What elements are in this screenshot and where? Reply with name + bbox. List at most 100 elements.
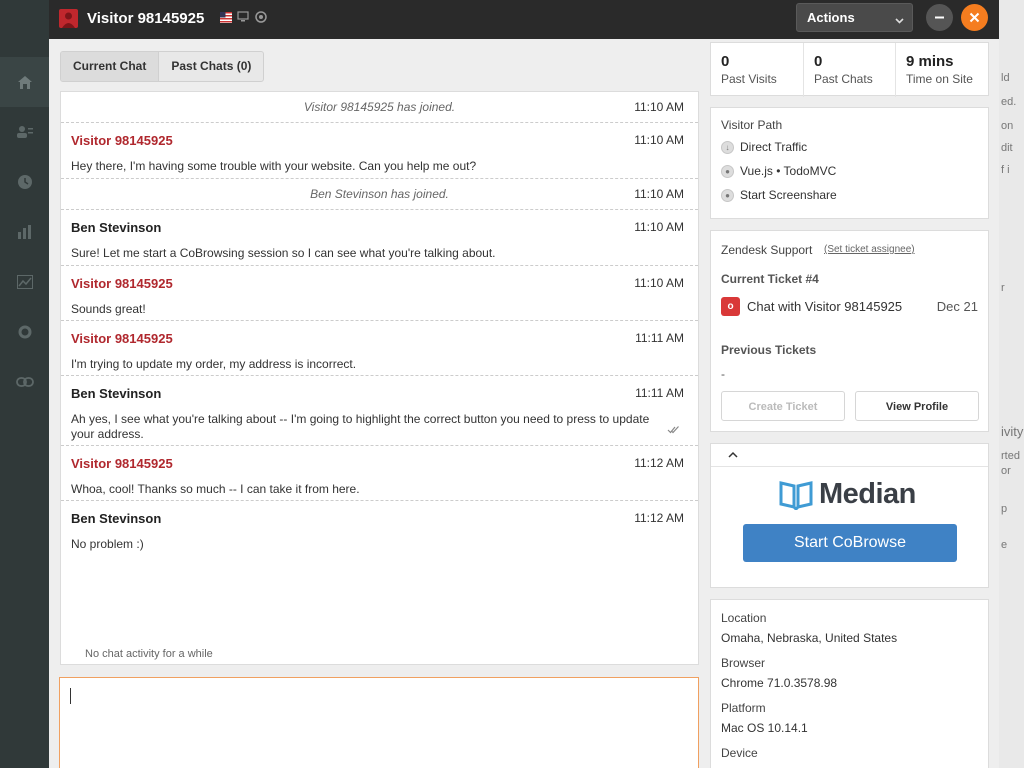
analytics-icon[interactable] (0, 207, 49, 257)
browser-value: Chrome 71.0.3578.98 (721, 676, 838, 690)
chat-message: Visitor 98145925 11:11 AM I'm trying to … (61, 321, 698, 376)
bg-fragment: ld (1001, 72, 1010, 84)
message-text: No problem :) (71, 537, 144, 551)
integrations-icon[interactable] (0, 357, 49, 407)
chat-message: Visitor 98145925 11:12 AM Whoa, cool! Th… (61, 446, 698, 501)
stat-value: 9 mins (906, 53, 954, 70)
actions-dropdown[interactable]: Actions (796, 3, 913, 32)
stat-time-on-site: 9 mins Time on Site (896, 43, 988, 97)
stat-past-chats: 0 Past Chats (804, 43, 896, 97)
zendesk-title: Zendesk Support (721, 243, 813, 257)
message-time: 11:11 AM (635, 331, 684, 345)
bg-fragment: ed. (1001, 96, 1017, 108)
message-author: Visitor 98145925 (71, 133, 173, 148)
browser-label: Browser (721, 656, 766, 670)
message-text: Hey there, I'm having some trouble with … (71, 159, 477, 173)
home-icon[interactable] (0, 57, 49, 107)
visitors-icon[interactable] (0, 107, 49, 157)
collapse-toggle[interactable] (711, 444, 988, 467)
page-dot-icon: ● (721, 188, 734, 202)
platform-value: Mac OS 10.14.1 (721, 721, 808, 735)
message-author: Visitor 98145925 (71, 456, 173, 471)
stat-label: Past Chats (814, 72, 873, 86)
view-profile-button[interactable]: View Profile (855, 391, 979, 421)
chevron-up-icon (728, 451, 738, 458)
history-icon[interactable] (0, 157, 49, 207)
tab-past-chats[interactable]: Past Chats (0) (159, 52, 263, 81)
message-author: Ben Stevinson (71, 511, 162, 526)
bg-fragment: ivity (1001, 424, 1024, 439)
previous-tickets-label: Previous Tickets (721, 343, 817, 357)
message-text: Whoa, cool! Thanks so much -- I can take… (71, 482, 360, 496)
message-time: 11:11 AM (635, 386, 684, 400)
start-cobrowse-button[interactable]: Start CoBrowse (743, 524, 957, 562)
median-wordmark: Median (819, 478, 916, 510)
message-time: 11:10 AM (634, 276, 684, 290)
system-text: Visitor 98145925 has joined. (303, 100, 456, 114)
path-item-direct-traffic: ↓ Direct Traffic (721, 140, 807, 154)
message-time: 11:10 AM (634, 100, 684, 114)
chat-tabs: Current Chat Past Chats (0) (60, 51, 265, 82)
chat-message: Visitor 98145925 11:10 AM Sounds great! (61, 266, 698, 321)
median-logo: Median (779, 478, 916, 511)
chat-message: Visitor 98145925 11:10 AM Hey there, I'm… (61, 123, 698, 179)
actions-label: Actions (807, 10, 855, 25)
minimize-button[interactable] (926, 4, 953, 31)
bg-fragment: on (1001, 120, 1014, 132)
page-dot-icon: ● (721, 164, 734, 178)
visitor-avatar (59, 9, 78, 28)
stat-label: Time on Site (906, 72, 973, 86)
system-message: Ben Stevinson has joined. 11:10 AM (61, 179, 698, 210)
path-item-label: Direct Traffic (740, 140, 808, 154)
ticket-link[interactable]: Chat with Visitor 98145925 (747, 299, 902, 314)
message-text: Sure! Let me start a CoBrowsing session … (71, 246, 496, 260)
set-assignee-link[interactable]: (Set ticket assignee) (824, 244, 915, 255)
app-sidebar (0, 0, 49, 768)
message-input[interactable] (59, 677, 699, 768)
bg-fragment: or (1001, 465, 1011, 477)
close-icon (969, 12, 980, 23)
stat-value: 0 (721, 53, 730, 70)
visitor-path-title: Visitor Path (721, 118, 783, 132)
location-label: Location (721, 611, 767, 625)
message-text: Ah yes, I see what you're talking about … (71, 412, 650, 441)
previous-tickets-value: - (721, 367, 725, 381)
cobrowse-panel: Median Start CoBrowse (710, 443, 989, 588)
monitor-icon[interactable] (0, 257, 49, 307)
message-author: Visitor 98145925 (71, 276, 173, 291)
close-button[interactable] (961, 4, 988, 31)
location-value: Omaha, Nebraska, United States (721, 631, 898, 645)
message-author: Visitor 98145925 (71, 331, 173, 346)
visitor-path-panel: Visitor Path ↓ Direct Traffic ● Vue.js •… (710, 107, 989, 219)
bg-fragment: f i (1001, 164, 1010, 176)
stat-label: Past Visits (721, 72, 777, 86)
chat-message: Ben Stevinson 11:10 AM Sure! Let me star… (61, 210, 698, 266)
ticket-date: Dec 21 (936, 299, 978, 314)
system-message: Visitor 98145925 has joined. 11:10 AM (61, 92, 698, 123)
create-ticket-button[interactable]: Create Ticket (721, 391, 845, 421)
bg-fragment: dit (1001, 142, 1013, 154)
visit-stats: 0 Past Visits 0 Past Chats 9 mins Time o… (710, 42, 989, 97)
tab-current-chat[interactable]: Current Chat (61, 52, 160, 81)
message-text: I'm trying to update my order, my addres… (71, 357, 357, 371)
zendesk-panel: Zendesk Support (Set ticket assignee) Cu… (710, 230, 989, 432)
bg-fragment: p (1001, 503, 1008, 515)
message-text: Sounds great! (71, 302, 146, 316)
chat-window: Visitor 98145925 Actions Current Chat Pa… (49, 0, 999, 768)
path-item-page: ● Vue.js • TodoMVC (721, 164, 836, 178)
settings-icon[interactable] (0, 307, 49, 357)
message-time: 11:12 AM (634, 511, 684, 525)
device-label: Device (721, 746, 758, 760)
us-flag-icon (220, 12, 232, 23)
ticket-status-badge: o (721, 297, 740, 316)
message-time: 11:12 AM (634, 456, 684, 470)
bg-fragment: e (1001, 539, 1008, 551)
median-book-icon (779, 480, 813, 510)
message-author: Ben Stevinson (71, 386, 162, 401)
browser-icon (255, 11, 267, 23)
chat-log[interactable]: Visitor 98145925 has joined. 11:10 AM Vi… (60, 91, 699, 665)
system-text: Ben Stevinson has joined. (310, 187, 449, 201)
read-receipt-icon (667, 423, 680, 437)
current-ticket-label: Current Ticket #4 (721, 272, 819, 286)
path-item-screenshare: ● Start Screenshare (721, 188, 837, 202)
